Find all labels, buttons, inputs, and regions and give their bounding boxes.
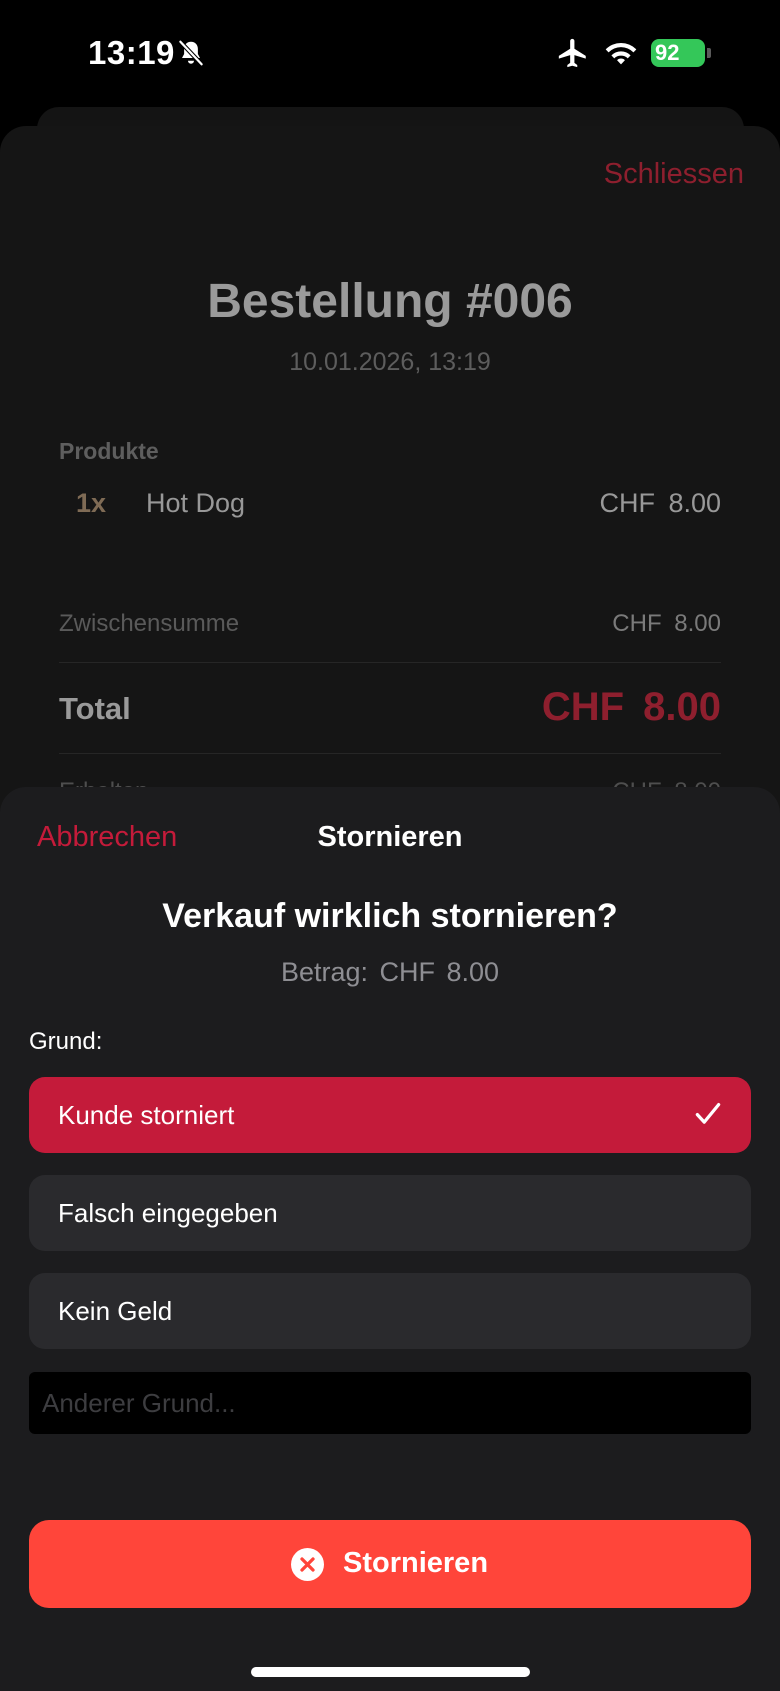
subtotal-value: CHF 8.00 [612,610,721,637]
checkmark-icon [695,1103,721,1124]
divider [59,662,721,663]
divider [59,753,721,754]
status-time: 13:19 [88,34,175,71]
wifi-icon [605,42,637,65]
total-label: Total [59,691,131,726]
order-title: Bestellung #006 [207,275,573,328]
order-datetime: 10.01.2026, 13:19 [289,348,491,376]
subtotal-label: Zwischensumme [59,610,240,637]
item-price: CHF 8.00 [599,488,721,518]
sheet-title: Stornieren [317,821,463,853]
reason-option-label: Falsch eingegeben [58,1198,278,1228]
reason-option-kein-geld[interactable]: Kein Geld [29,1273,751,1349]
xmark-circle-icon [291,1548,324,1581]
close-button[interactable]: Schliessen [604,158,744,191]
reason-option-falsch-eingegeben[interactable]: Falsch eingegeben [29,1175,751,1251]
item-name: Hot Dog [146,488,246,518]
amount-text: Betrag: CHF 8.00 [280,957,500,987]
home-indicator [251,1667,530,1677]
item-quantity: 1x [76,488,107,518]
status-bar: 13:19 92 [0,0,780,100]
total-value: CHF 8.00 [541,685,721,729]
battery-icon: 92 [651,39,711,67]
reason-option-label: Kein Geld [58,1296,173,1326]
products-heading: Produkte [59,438,159,464]
reason-option-kunde-storniert[interactable]: Kunde storniert [29,1077,751,1153]
bell-slash-icon [178,39,204,67]
confirm-question: Verkauf wirklich stornieren? [162,897,618,935]
airplane-icon [558,38,586,68]
reason-label: Grund: [29,1028,103,1055]
battery-percentage: 92 [655,40,680,65]
other-reason-input[interactable] [29,1372,751,1434]
confirm-cancel-label: Stornieren [343,1547,489,1579]
reason-option-label: Kunde storniert [58,1100,235,1130]
confirm-cancel-button[interactable]: Stornieren [29,1520,751,1608]
cancel-sheet: Abbrechen Stornieren Verkauf wirklich st… [0,787,780,1691]
